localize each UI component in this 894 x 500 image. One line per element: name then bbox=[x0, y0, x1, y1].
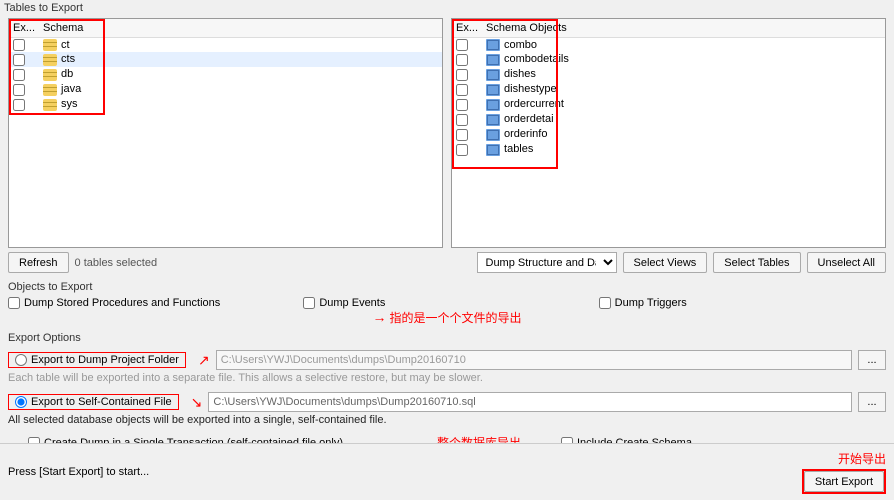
refresh-button[interactable]: Refresh bbox=[8, 252, 69, 273]
unselect-all-button[interactable]: Unselect All bbox=[807, 252, 886, 273]
object-checkbox[interactable] bbox=[456, 114, 468, 126]
table-row[interactable]: tables bbox=[452, 142, 885, 157]
project-note: Each table will be exported into a separ… bbox=[8, 370, 886, 388]
objects-to-export-label: Objects to Export bbox=[8, 279, 886, 295]
database-icon bbox=[43, 84, 57, 96]
schema-checkbox[interactable] bbox=[13, 84, 25, 96]
start-export-button[interactable]: Start Export bbox=[804, 471, 884, 492]
table-row[interactable]: db bbox=[9, 67, 442, 82]
schema-name: cts bbox=[61, 53, 75, 65]
dump-mode-select[interactable]: Dump Structure and Da bbox=[477, 252, 617, 273]
object-checkbox[interactable] bbox=[456, 129, 468, 141]
project-path-input[interactable] bbox=[216, 350, 852, 370]
object-name: tables bbox=[504, 143, 533, 155]
export-self-contained-radio[interactable] bbox=[15, 396, 27, 408]
object-checkbox[interactable] bbox=[456, 99, 468, 111]
tables-selected-status: 0 tables selected bbox=[75, 257, 158, 269]
tables-to-export-label: Tables to Export bbox=[0, 0, 894, 16]
dump-triggers-checkbox[interactable] bbox=[599, 297, 611, 309]
schema-name: ct bbox=[61, 39, 70, 51]
database-icon bbox=[43, 39, 57, 51]
table-row[interactable]: combodetails bbox=[452, 52, 885, 67]
schema-checkbox[interactable] bbox=[13, 39, 25, 51]
object-checkbox[interactable] bbox=[456, 39, 468, 51]
object-name: ordercurrent bbox=[504, 98, 564, 110]
object-checkbox[interactable] bbox=[456, 69, 468, 81]
dump-sp-checkbox[interactable] bbox=[8, 297, 20, 309]
dump-events-checkbox[interactable] bbox=[303, 297, 315, 309]
schema-name: java bbox=[61, 83, 81, 95]
schema-checkbox[interactable] bbox=[13, 54, 25, 66]
dump-sp-label: Dump Stored Procedures and Functions bbox=[24, 297, 220, 309]
col-export-header: Ex... bbox=[452, 19, 482, 37]
table-row[interactable]: orderinfo bbox=[452, 127, 885, 142]
schema-name: db bbox=[61, 68, 73, 80]
export-options-label: Export Options bbox=[8, 330, 886, 346]
table-row[interactable]: dishes bbox=[452, 67, 885, 82]
select-tables-button[interactable]: Select Tables bbox=[713, 252, 800, 273]
export-project-folder-label: Export to Dump Project Folder bbox=[31, 354, 179, 366]
table-icon bbox=[486, 144, 500, 156]
dump-triggers-label: Dump Triggers bbox=[615, 297, 687, 309]
schema-checkbox[interactable] bbox=[13, 69, 25, 81]
database-icon bbox=[43, 99, 57, 111]
annotation-start: 开始导出 bbox=[838, 450, 886, 467]
table-icon bbox=[486, 54, 500, 66]
arrow-icon: → bbox=[372, 309, 386, 325]
dump-events-label: Dump Events bbox=[319, 297, 385, 309]
arrow-icon: ↗ bbox=[198, 352, 210, 369]
object-name: combodetails bbox=[504, 53, 569, 65]
object-name: combo bbox=[504, 39, 537, 51]
schema-name: sys bbox=[61, 98, 78, 110]
object-name: dishes bbox=[504, 68, 536, 80]
table-row[interactable]: sys bbox=[9, 97, 442, 112]
database-icon bbox=[43, 69, 57, 81]
schema-checkbox[interactable] bbox=[13, 99, 25, 111]
table-row[interactable]: combo bbox=[452, 37, 885, 52]
col-objects-header: Schema Objects bbox=[482, 19, 885, 37]
table-row[interactable]: java bbox=[9, 82, 442, 97]
table-row[interactable]: cts bbox=[9, 52, 442, 67]
table-icon bbox=[486, 114, 500, 126]
table-icon bbox=[486, 84, 500, 96]
export-self-contained-label: Export to Self-Contained File bbox=[31, 396, 172, 408]
col-schema-header: Schema bbox=[39, 19, 442, 37]
object-name: orderinfo bbox=[504, 128, 547, 140]
object-checkbox[interactable] bbox=[456, 144, 468, 156]
object-name: dishestype bbox=[504, 83, 557, 95]
select-views-button[interactable]: Select Views bbox=[623, 252, 708, 273]
table-row[interactable]: ordercurrent bbox=[452, 97, 885, 112]
export-project-folder-radio[interactable] bbox=[15, 354, 27, 366]
table-icon bbox=[486, 69, 500, 81]
annotation-per-file: 指的是一个个文件的导出 bbox=[390, 311, 522, 325]
browse-self-button[interactable]: ... bbox=[858, 392, 886, 412]
object-checkbox[interactable] bbox=[456, 84, 468, 96]
table-row[interactable]: dishestype bbox=[452, 82, 885, 97]
bottom-hint: Press [Start Export] to start... bbox=[8, 466, 149, 478]
table-row[interactable]: ct bbox=[9, 37, 442, 52]
database-icon bbox=[43, 54, 57, 66]
table-icon bbox=[486, 129, 500, 141]
table-icon bbox=[486, 39, 500, 51]
object-checkbox[interactable] bbox=[456, 54, 468, 66]
table-icon bbox=[486, 99, 500, 111]
self-note: All selected database objects will be ex… bbox=[8, 412, 886, 430]
objects-list-panel[interactable]: Ex... Schema Objects combo combodetails di… bbox=[451, 18, 886, 248]
browse-project-button[interactable]: ... bbox=[858, 350, 886, 370]
arrow-icon: ↘ bbox=[191, 394, 203, 411]
self-path-input[interactable] bbox=[208, 392, 852, 412]
col-export-header: Ex... bbox=[9, 19, 39, 37]
table-row[interactable]: orderdetai bbox=[452, 112, 885, 127]
schema-list-panel[interactable]: Ex... Schema ct cts db java sys bbox=[8, 18, 443, 248]
object-name: orderdetai bbox=[504, 113, 554, 125]
